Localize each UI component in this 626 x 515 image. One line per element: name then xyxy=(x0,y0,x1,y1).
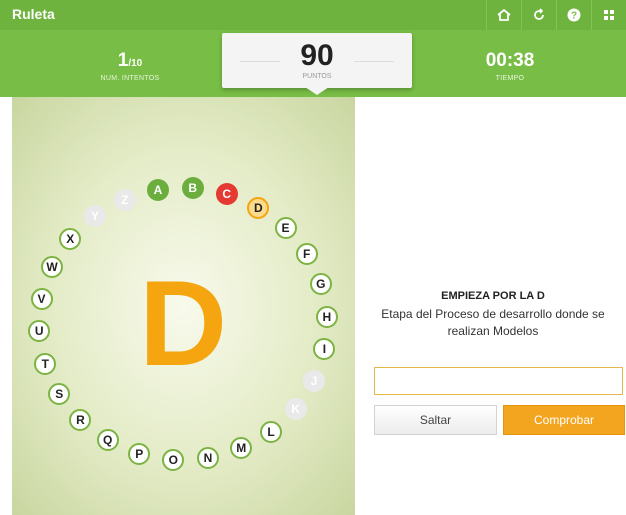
score-divider-left xyxy=(240,61,280,62)
letter-y: Y xyxy=(83,205,106,228)
letter-v: V xyxy=(30,287,53,310)
letter-q: Q xyxy=(96,428,119,451)
letter-j: J xyxy=(302,369,325,392)
toolbar: ? xyxy=(486,0,626,30)
question-text: Etapa del Proceso de desarrollo donde se… xyxy=(381,307,605,338)
letter-a: A xyxy=(146,179,169,202)
time-label: TIEMPO xyxy=(495,75,525,82)
score-card: 90 PUNTOS xyxy=(222,33,412,88)
letter-i: I xyxy=(313,338,336,361)
answer-input[interactable] xyxy=(374,367,623,395)
attempts-total: /10 xyxy=(128,58,143,69)
letter-x: X xyxy=(59,228,82,251)
letter-s: S xyxy=(48,382,71,405)
attempts-label: NUM. INTENTOS xyxy=(100,75,160,82)
roulette-area: D ABCDEFGHIJKLMNOPQRSTUVWXYZ xyxy=(12,97,355,515)
letter-r: R xyxy=(69,408,92,431)
letter-c: C xyxy=(215,183,238,206)
help-icon[interactable]: ? xyxy=(556,0,591,30)
restart-icon[interactable] xyxy=(521,0,556,30)
letter-e: E xyxy=(274,217,297,240)
letter-t: T xyxy=(34,352,57,375)
letter-f: F xyxy=(295,243,318,266)
svg-text:?: ? xyxy=(571,11,577,22)
letter-m: M xyxy=(230,437,253,460)
current-letter: D xyxy=(138,255,228,391)
score-label: PUNTOS xyxy=(302,73,332,80)
score-card-pointer xyxy=(305,87,329,95)
score-value: 90 xyxy=(300,39,334,72)
letter-b: B xyxy=(181,177,204,200)
time-stat: 00:38 TIEMPO xyxy=(470,50,550,82)
letter-o: O xyxy=(162,448,185,471)
time-value: 00:38 xyxy=(485,50,535,71)
letter-l: L xyxy=(260,420,283,443)
check-button[interactable]: Comprobar xyxy=(503,405,625,435)
attempts-stat: 1/10 NUM. INTENTOS xyxy=(90,50,170,82)
top-bar: Ruleta ? xyxy=(0,0,626,30)
skip-button[interactable]: Saltar xyxy=(374,405,497,435)
attempts-value: 1 xyxy=(117,50,129,71)
app-title: Ruleta xyxy=(12,6,55,22)
menu-icon[interactable] xyxy=(591,0,626,30)
letter-n: N xyxy=(197,446,219,469)
letter-p: P xyxy=(128,442,151,465)
letter-z: Z xyxy=(113,188,136,211)
question-title: EMPIEZA POR LA D xyxy=(441,290,545,302)
letter-g: G xyxy=(309,273,332,296)
letter-w: W xyxy=(41,256,64,279)
letter-k: K xyxy=(284,397,307,420)
letter-d: D xyxy=(247,197,270,220)
home-icon[interactable] xyxy=(486,0,521,30)
letter-h: H xyxy=(315,305,338,328)
score-divider-right xyxy=(354,61,394,62)
letter-u: U xyxy=(28,320,51,343)
